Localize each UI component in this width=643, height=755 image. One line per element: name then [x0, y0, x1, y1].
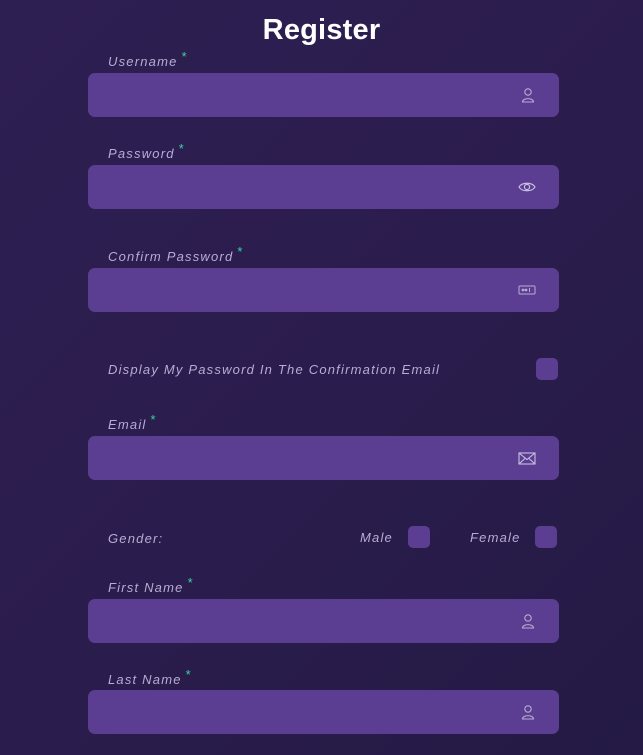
- required-marker: *: [178, 141, 185, 156]
- user-icon: [519, 86, 537, 104]
- required-marker: *: [181, 49, 188, 64]
- eye-icon[interactable]: [517, 178, 537, 196]
- confirm-password-input[interactable]: [88, 268, 508, 312]
- page-title: Register: [262, 14, 381, 46]
- required-marker: *: [187, 575, 194, 590]
- password-label: Password *: [108, 141, 185, 161]
- display-password-label: Display My Password In The Confirmation …: [108, 362, 441, 377]
- user-icon: [519, 612, 537, 630]
- last-name-label: Last Name *: [108, 667, 192, 687]
- password-field[interactable]: [88, 165, 559, 209]
- gender-male-checkbox[interactable]: [408, 526, 430, 548]
- user-icon: [519, 703, 537, 721]
- email-label: Email *: [108, 412, 157, 432]
- required-marker: *: [237, 244, 244, 259]
- gender-female-checkbox[interactable]: [535, 526, 557, 548]
- first-name-field[interactable]: [88, 599, 559, 643]
- gender-male-label: Male: [360, 530, 393, 545]
- first-name-label: First Name *: [108, 575, 194, 595]
- email-input[interactable]: [88, 436, 508, 480]
- username-input[interactable]: [88, 73, 508, 117]
- first-name-input[interactable]: [88, 599, 508, 643]
- password-dots-icon: [517, 281, 537, 299]
- last-name-field[interactable]: [88, 690, 559, 734]
- username-field[interactable]: [88, 73, 559, 117]
- email-field[interactable]: [88, 436, 559, 480]
- confirm-password-field[interactable]: [88, 268, 559, 312]
- envelope-icon: [517, 449, 537, 467]
- last-name-input[interactable]: [88, 690, 508, 734]
- gender-female-label: Female: [470, 530, 521, 545]
- gender-label: Gender:: [108, 531, 164, 546]
- required-marker: *: [150, 412, 157, 427]
- confirm-password-label: Confirm Password *: [108, 244, 244, 264]
- password-input[interactable]: [88, 165, 508, 209]
- display-password-checkbox[interactable]: [536, 358, 558, 380]
- required-marker: *: [185, 667, 192, 682]
- username-label: Username *: [108, 49, 188, 69]
